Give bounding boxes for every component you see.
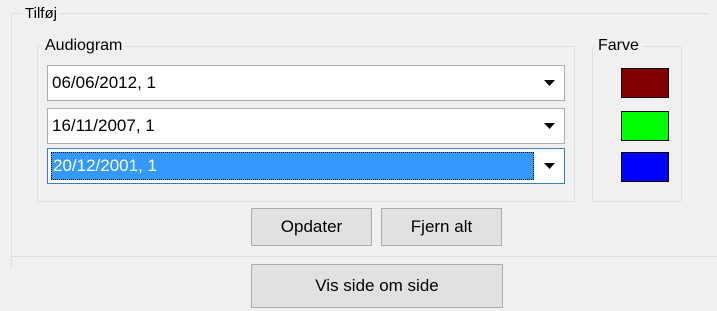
audiogram-group-label: Audiogram [42,37,126,55]
audiogram-select-2-value: 16/11/2007, 1 [52,116,155,135]
fjern-alt-button[interactable]: Fjern alt [381,208,502,246]
audiogram-select-1-value: 06/06/2012, 1 [52,73,156,92]
opdater-button[interactable]: Opdater [251,208,372,246]
tilfoj-group-label: Tilføj [22,5,60,23]
color-swatch-green[interactable] [621,111,669,141]
farve-group-label: Farve [595,37,642,55]
divider [11,256,717,257]
chevron-down-icon[interactable] [534,109,564,143]
audiogram-select-1[interactable]: 06/06/2012, 1 [47,65,565,101]
audiogram-select-3-value: 20/12/2001, 1 [51,152,534,180]
chevron-down-icon[interactable] [534,66,564,100]
audiogram-select-2[interactable]: 16/11/2007, 1 [47,108,565,144]
vis-side-om-side-button[interactable]: Vis side om side [251,264,503,308]
audiogram-select-3-field: 20/12/2001, 1 [48,149,534,183]
color-swatch-dark-red[interactable] [621,68,669,98]
audiogram-select-3[interactable]: 20/12/2001, 1 [47,148,565,184]
color-swatch-blue[interactable] [621,152,669,182]
chevron-down-icon[interactable] [534,149,564,183]
tilfoj-panel: Tilføj Audiogram Farve 06/06/2012, 1 16/… [0,0,717,311]
